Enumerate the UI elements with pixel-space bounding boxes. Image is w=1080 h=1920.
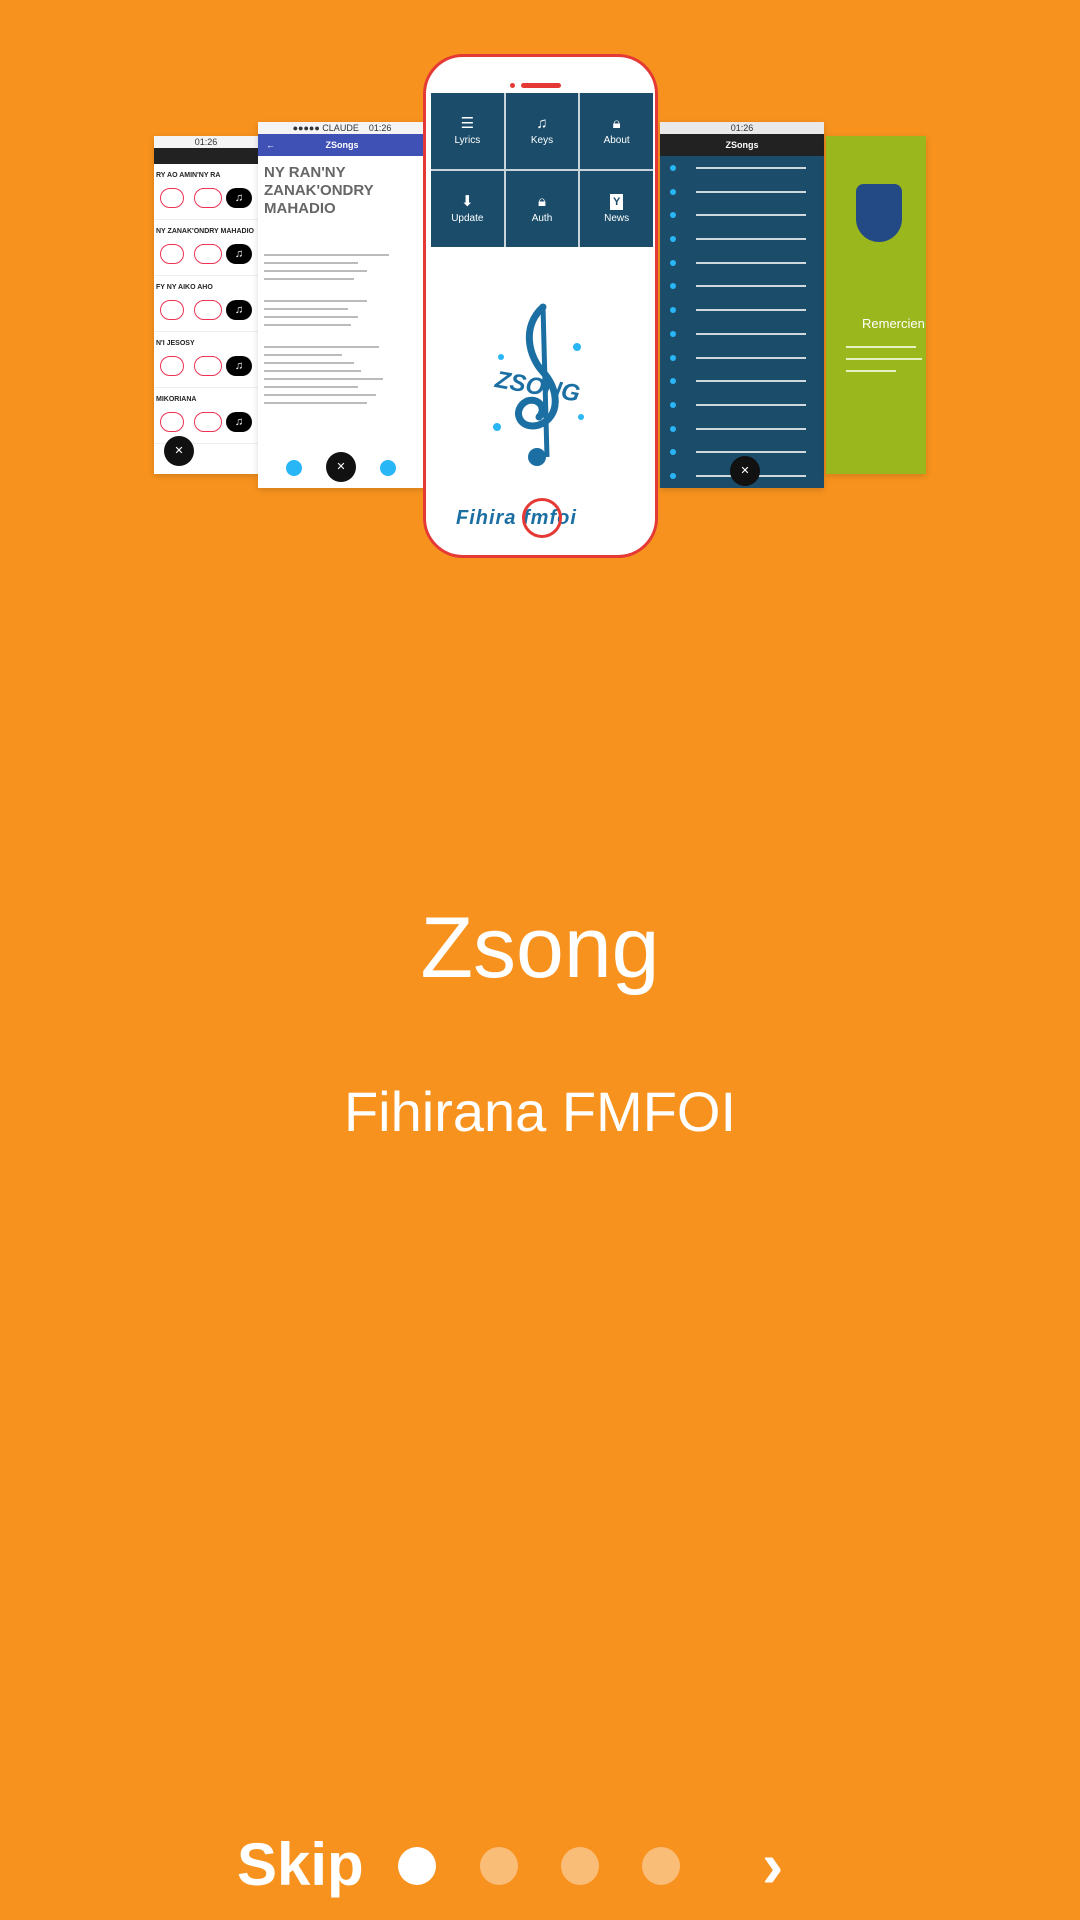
- status-bar: 01:26: [154, 136, 258, 148]
- back-arrow-icon: ←: [266, 140, 275, 150]
- list-item: FY NY AIKO AHO ♫: [154, 276, 258, 332]
- status-bar: 01:26: [660, 122, 824, 134]
- shield-logo-icon: [856, 184, 902, 242]
- list-item: [660, 156, 824, 180]
- tile-label: Update: [451, 213, 484, 224]
- list-item: [660, 322, 824, 346]
- lyrics-body: [258, 228, 426, 404]
- page-dot: [561, 1847, 599, 1885]
- list-item: [660, 203, 824, 227]
- phone-mockup: ☰ Lyrics ♫ Keys 🔒︎ About ⬇ Update 🔒︎ Auth Y Ne…: [423, 54, 658, 558]
- tile-keys: ♫ Keys: [505, 93, 579, 169]
- list-item: [660, 417, 824, 441]
- intro-illustration: 01:26 RY AO AMIN'NY RA ♫ NY ZANAK'ONDRY M…: [0, 0, 1080, 600]
- tile-label: About: [603, 135, 630, 146]
- page-dot: [480, 1847, 518, 1885]
- page-subtitle: Fihirana FMFOI: [343, 1080, 737, 1143]
- music-note-icon: ♫: [536, 115, 548, 132]
- zoom-out-icon: [286, 460, 302, 476]
- music-note-icon: ♫: [226, 412, 252, 432]
- thanks-heading: Remercien: [862, 316, 925, 331]
- list-item: [660, 251, 824, 275]
- music-note-icon: ♫: [226, 356, 252, 376]
- next-button[interactable]: ›: [762, 1830, 783, 1900]
- toolbar-title: ZSongs: [325, 140, 359, 150]
- list-item: NY ZANAK'ONDRY MAHADIO ♫: [154, 220, 258, 276]
- home-button-icon: [522, 498, 562, 538]
- list-item: N'I JESOSY ♫: [154, 332, 258, 388]
- close-icon: ✕: [730, 456, 760, 486]
- list-item: [660, 393, 824, 417]
- time-label: 01:26: [730, 123, 754, 133]
- tile-label: Keys: [530, 135, 554, 146]
- favorites-screenshot: 01:26 RY AO AMIN'NY RA ♫ NY ZANAK'ONDRY M…: [154, 136, 258, 474]
- camera-icon: [510, 83, 515, 88]
- thanks-screenshot: Remercien: [826, 136, 926, 474]
- list-item: [660, 346, 824, 370]
- list-item: [660, 227, 824, 251]
- tile-label: Lyrics: [454, 135, 481, 146]
- lyrics-toolbar: ✕: [258, 448, 426, 488]
- tile-label: Auth: [531, 213, 553, 224]
- toolbar: ZSongs: [660, 134, 824, 156]
- toolbar: ← ZSongs: [258, 134, 426, 156]
- page-title: Zsong: [420, 900, 660, 996]
- skip-button[interactable]: Skip: [237, 1830, 364, 1900]
- tile-news: Y News: [580, 171, 653, 247]
- carrier-label: ●●●●● CLAUDE: [292, 123, 359, 133]
- toolbar: [154, 148, 258, 164]
- close-icon: ✕: [164, 436, 194, 466]
- list-icon: ☰: [460, 115, 475, 132]
- song-list-screenshot: 01:26 ZSongs ✕: [660, 122, 824, 488]
- music-note-icon: ♫: [226, 300, 252, 320]
- y-badge-icon: Y: [609, 194, 624, 210]
- list-item: [660, 180, 824, 204]
- zsong-treble-clef-logo: ZSONG: [492, 303, 584, 466]
- tile-label: News: [604, 213, 630, 224]
- lock-icon: 🔒︎: [538, 193, 546, 210]
- music-note-icon: ♫: [226, 188, 252, 208]
- close-icon: ✕: [326, 452, 356, 482]
- lock-icon: 🔒︎: [612, 115, 621, 132]
- list-item: RY AO AMIN'NY RA ♫: [154, 164, 258, 220]
- list-item: [660, 369, 824, 393]
- list-item: MIKORIANA ♫: [154, 388, 258, 444]
- tile-update: ⬇ Update: [431, 171, 504, 247]
- time-label: 01:26: [368, 123, 392, 133]
- list-item: [660, 274, 824, 298]
- song-meta: [258, 218, 426, 228]
- page-indicator: [398, 1847, 688, 1887]
- page-dot-active: [398, 1847, 436, 1885]
- tile-lyrics: ☰ Lyrics: [431, 93, 504, 169]
- lyrics-screenshot: ●●●●● CLAUDE 01:26 ← ZSongs NY RAN'NY ZA…: [258, 122, 426, 488]
- status-bar: ●●●●● CLAUDE 01:26: [258, 122, 426, 134]
- menu-grid: ☰ Lyrics ♫ Keys 🔒︎ About ⬇ Update 🔒︎ Auth Y Ne…: [431, 93, 653, 247]
- download-icon: ⬇: [461, 193, 474, 210]
- music-note-icon: ♫: [226, 244, 252, 264]
- tile-about: 🔒︎ About: [580, 93, 653, 169]
- page-dot: [642, 1847, 680, 1885]
- toolbar-title: ZSongs: [725, 140, 759, 150]
- tile-auth: 🔒︎ Auth: [505, 171, 579, 247]
- song-title: NY RAN'NY ZANAK'ONDRY MAHADIO: [264, 164, 374, 217]
- speaker-icon: [521, 83, 561, 88]
- list-item: [660, 298, 824, 322]
- zoom-in-icon: [380, 460, 396, 476]
